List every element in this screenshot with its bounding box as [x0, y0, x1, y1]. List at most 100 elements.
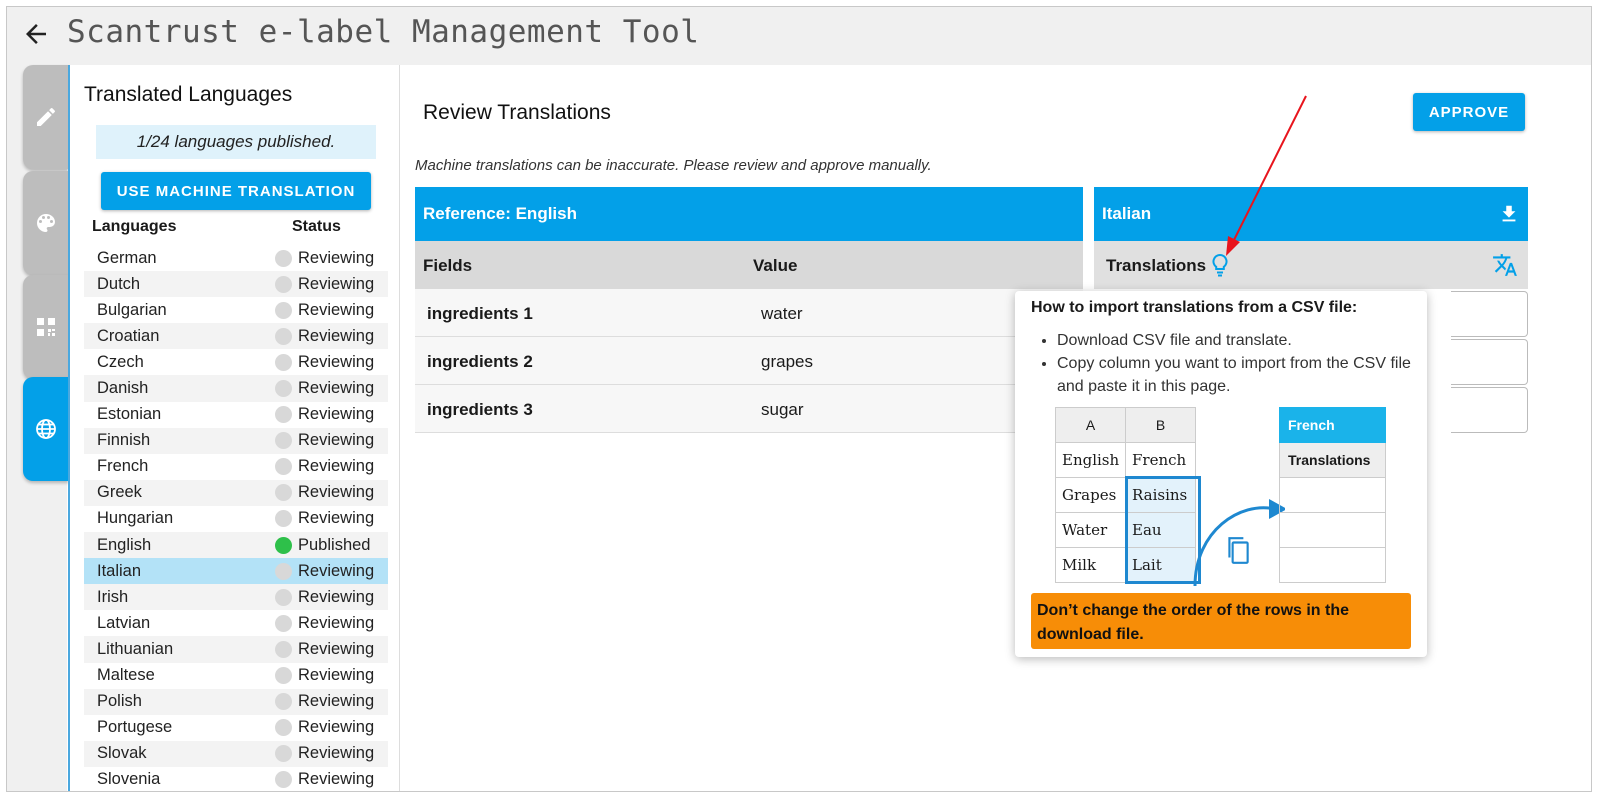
qr-code-icon: [37, 318, 55, 336]
language-name: Hungarian: [97, 509, 174, 528]
rail-tab-edit[interactable]: [23, 65, 69, 169]
app-window: Scantrust e-label Management Tool Transl…: [6, 6, 1592, 792]
language-row-slovenia[interactable]: Slovenia Reviewing: [84, 767, 388, 791]
language-row-maltese[interactable]: Maltese Reviewing: [84, 663, 388, 689]
download-icon[interactable]: [1498, 203, 1520, 225]
language-row-estonian[interactable]: Estonian Reviewing: [84, 402, 388, 428]
language-row-portugese[interactable]: Portugese Reviewing: [84, 715, 388, 741]
status-dot-icon: [275, 614, 292, 632]
field-name: ingredients 2: [427, 352, 533, 371]
language-status: Reviewing: [275, 431, 374, 450]
status-label: Reviewing: [298, 274, 375, 293]
status-dot-icon: [275, 588, 292, 606]
language-name: Maltese: [97, 666, 155, 685]
translate-icon[interactable]: [1492, 252, 1518, 278]
translations-label: Translations: [1106, 256, 1207, 275]
language-row-bulgarian[interactable]: Bulgarian Reviewing: [84, 297, 388, 323]
language-status: Reviewing: [275, 249, 374, 268]
status-dot-icon: [275, 484, 292, 502]
rail-tab-translations[interactable]: [23, 377, 69, 481]
status-dot-icon: [275, 510, 292, 528]
back-arrow-icon[interactable]: [21, 19, 51, 49]
csv-cell: Grapes: [1055, 477, 1126, 513]
language-row-danish[interactable]: Danish Reviewing: [84, 375, 388, 402]
lightbulb-icon[interactable]: [1210, 253, 1230, 277]
language-row-german[interactable]: German Reviewing: [84, 245, 388, 271]
translation-input[interactable]: [1451, 339, 1528, 385]
language-name: English: [97, 535, 152, 554]
language-status: Reviewing: [275, 614, 374, 633]
popover-title: How to import translations from a CSV fi…: [1031, 299, 1358, 316]
language-row-italian[interactable]: Italian Reviewing: [84, 558, 388, 585]
use-machine-translation-button[interactable]: USE MACHINE TRANSLATION: [101, 172, 371, 210]
languages-column-header: Languages: [92, 218, 177, 235]
csv-cell: French: [1125, 442, 1196, 478]
palette-icon: [37, 214, 55, 232]
language-row-czech[interactable]: Czech Reviewing: [84, 349, 388, 375]
target-language-name: Italian: [1102, 204, 1152, 223]
language-status: Reviewing: [275, 718, 374, 737]
language-row-lithuanian[interactable]: Lithuanian Reviewing: [84, 636, 388, 663]
language-status: Reviewing: [275, 509, 374, 528]
status-label: Reviewing: [298, 483, 375, 502]
instruction-item: Copy column you want to import from the …: [1057, 352, 1419, 398]
copy-icon: [1228, 537, 1249, 564]
translation-input[interactable]: [1451, 387, 1528, 433]
field-value: sugar: [761, 400, 804, 419]
language-name: Danish: [97, 379, 149, 398]
csv-cell: English: [1055, 442, 1126, 478]
rail-tab-design[interactable]: [23, 171, 69, 275]
language-name: Dutch: [97, 274, 141, 293]
status-label: Reviewing: [298, 692, 375, 711]
language-row-finnish[interactable]: Finnish Reviewing: [84, 427, 388, 454]
language-status: Reviewing: [275, 770, 374, 789]
language-status: Reviewing: [275, 457, 374, 476]
globe-icon: [36, 419, 56, 439]
language-row-croatian[interactable]: Croatian Reviewing: [84, 323, 388, 350]
status-label: Reviewing: [298, 379, 375, 398]
status-dot-icon: [275, 667, 292, 685]
language-row-hungarian[interactable]: Hungarian Reviewing: [84, 506, 388, 532]
status-dot-icon: [275, 536, 292, 554]
status-label: Reviewing: [298, 718, 375, 737]
language-name: Portugese: [97, 718, 173, 737]
language-row-english[interactable]: English Published: [84, 532, 388, 559]
row-order-warning: Don’t change the order of the rows in th…: [1031, 593, 1411, 649]
status-dot-icon: [275, 301, 292, 319]
rail-tab-qr[interactable]: [23, 275, 69, 379]
language-row-greek[interactable]: Greek Reviewing: [84, 479, 388, 506]
reference-header: Reference: English: [415, 187, 1083, 241]
status-label: Reviewing: [298, 248, 375, 267]
field-value: grapes: [761, 352, 813, 371]
language-row-irish[interactable]: Irish Reviewing: [84, 584, 388, 611]
value-column-header: Value: [753, 256, 798, 275]
target-example-table: French Translations: [1279, 407, 1386, 583]
language-row-polish[interactable]: Polish Reviewing: [84, 688, 388, 715]
language-status: Reviewing: [275, 301, 374, 320]
language-status: Reviewing: [275, 744, 374, 763]
language-row-french[interactable]: French Reviewing: [84, 454, 388, 480]
language-name: Polish: [97, 692, 142, 711]
example-empty-cell: [1279, 512, 1386, 548]
status-label: Reviewing: [298, 326, 375, 345]
status-dot-icon: [275, 640, 292, 658]
status-dot-icon: [275, 275, 292, 293]
example-empty-cell: [1279, 477, 1386, 513]
approve-button[interactable]: APPROVE: [1413, 93, 1525, 131]
language-name: Estonian: [97, 405, 162, 424]
language-status: Reviewing: [275, 405, 374, 424]
language-row-slovak[interactable]: Slovak Reviewing: [84, 740, 388, 767]
page-title: Review Translations: [423, 101, 611, 124]
app-header: Scantrust e-label Management Tool: [7, 7, 1591, 65]
language-status: Reviewing: [275, 640, 374, 659]
language-status: Reviewing: [275, 327, 374, 346]
language-status: Reviewing: [275, 379, 374, 398]
language-row-dutch[interactable]: Dutch Reviewing: [84, 271, 388, 298]
csv-import-help-popover: How to import translations from a CSV fi…: [1015, 291, 1427, 657]
language-name: Bulgarian: [97, 300, 167, 319]
language-row-latvian[interactable]: Latvian Reviewing: [84, 610, 388, 636]
status-label: Reviewing: [298, 561, 375, 580]
target-language-header: Italian: [1094, 187, 1528, 241]
translation-input[interactable]: [1451, 291, 1528, 337]
status-dot-icon: [275, 353, 292, 371]
